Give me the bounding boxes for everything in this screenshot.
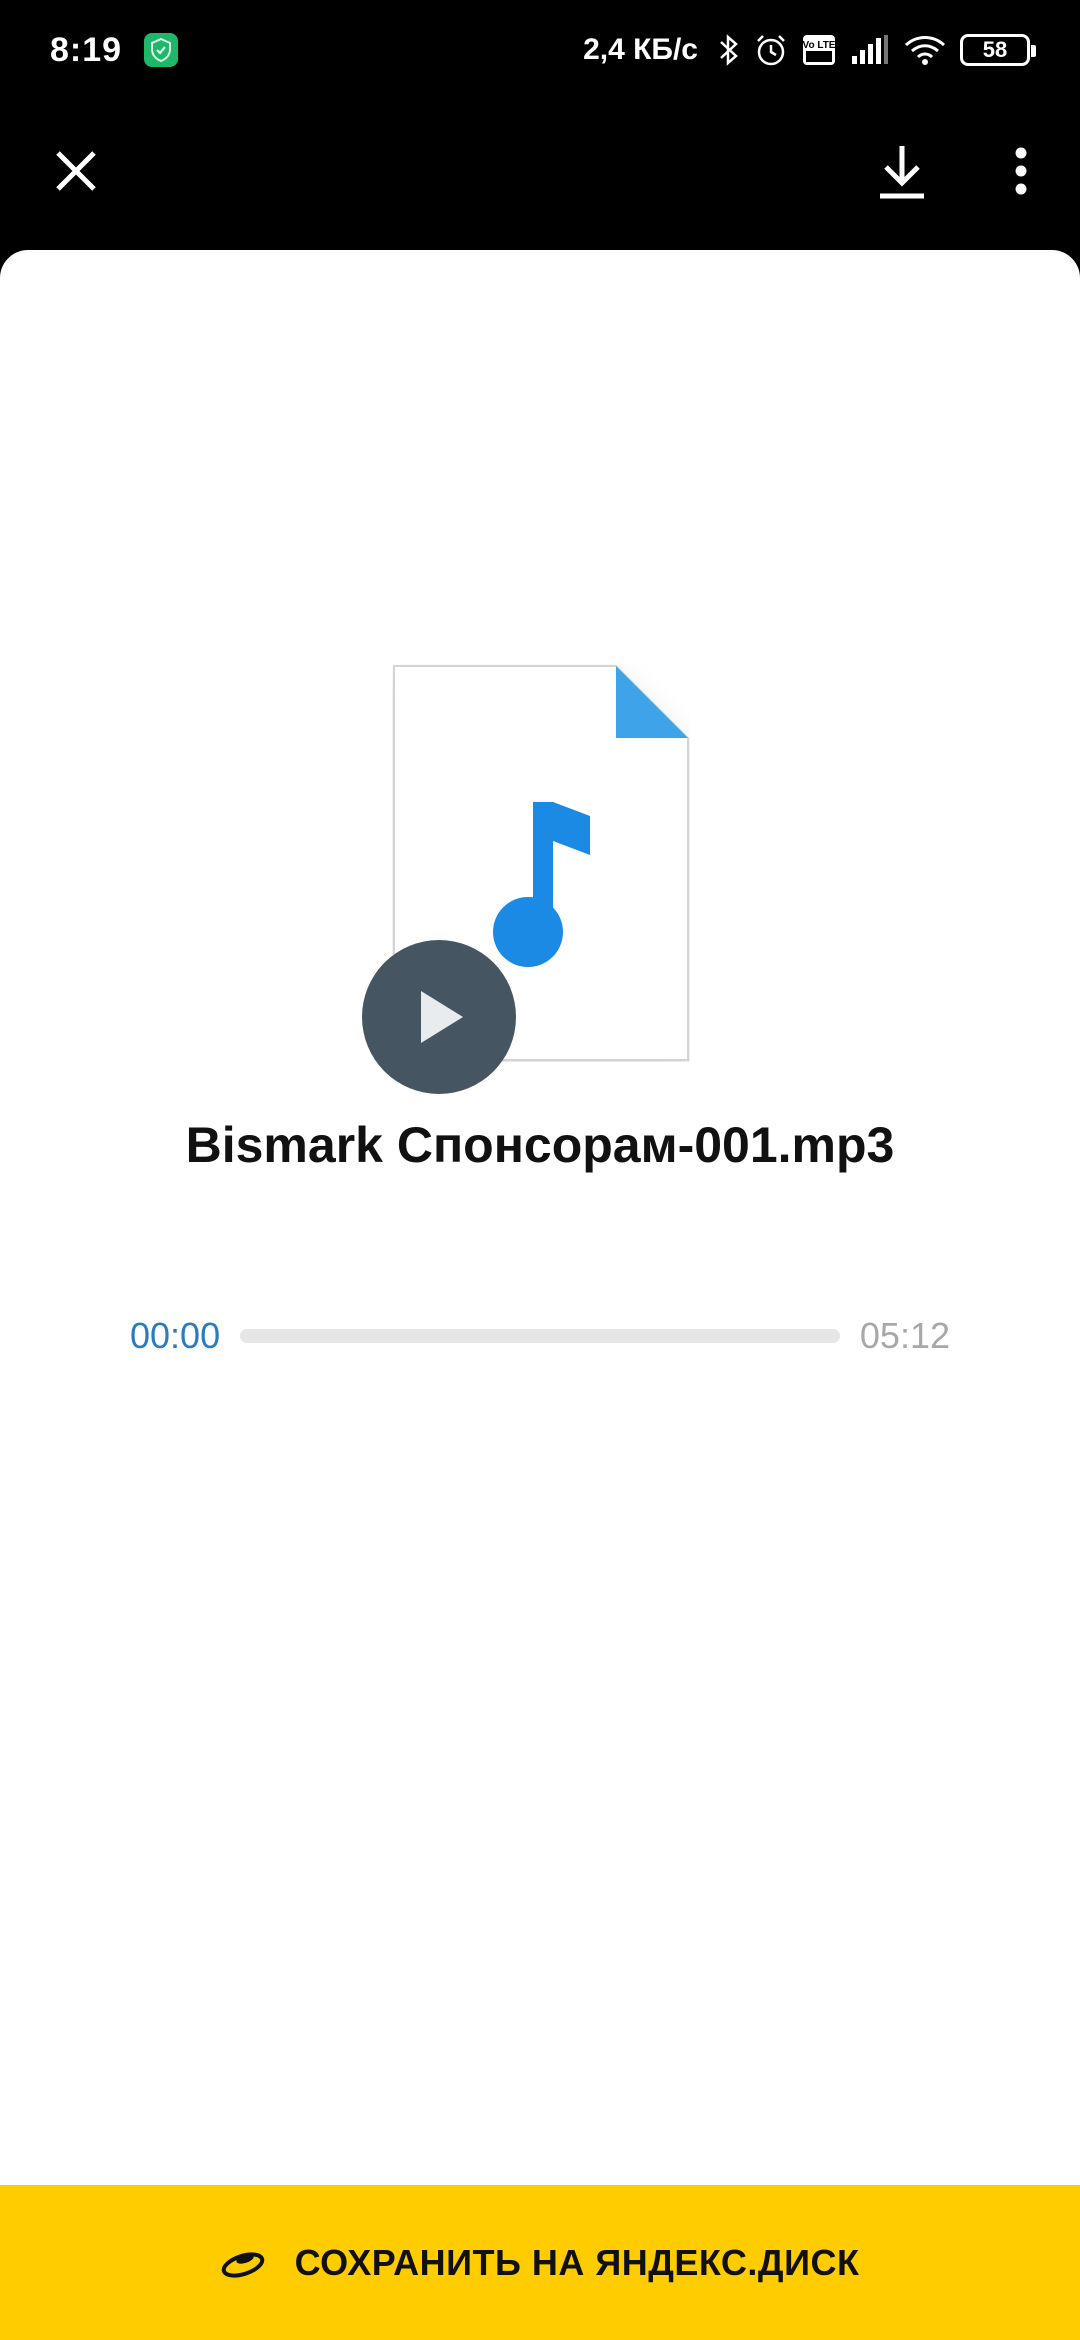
- network-speed: 2,4 КБ/с: [583, 33, 698, 66]
- status-time: 8:19: [50, 30, 123, 69]
- volte-label: Vo LTE: [803, 40, 836, 51]
- battery-level: 58: [982, 37, 1008, 62]
- volte-icon: Vo LTE: [802, 34, 836, 66]
- total-time: 05:12: [859, 1315, 950, 1356]
- file-name: Bismark Спонсорам-001.mp3: [185, 1117, 895, 1173]
- more-vertical-icon: [1015, 147, 1027, 195]
- status-left: 8:19: [50, 30, 179, 70]
- top-toolbar: [0, 100, 1080, 250]
- close-icon: [56, 151, 96, 191]
- preview-sheet: [0, 250, 1080, 2185]
- more-options-button[interactable]: [985, 135, 1057, 207]
- status-right: 2,4 КБ/с Vo LTE 58: [583, 33, 1036, 67]
- wifi-icon: [904, 34, 946, 66]
- battery-indicator: 58: [960, 34, 1036, 66]
- play-icon: [421, 991, 463, 1043]
- close-button[interactable]: [40, 135, 112, 207]
- status-bar: 8:19 2,4 КБ/с Vo LTE 58: [0, 0, 1080, 100]
- security-shield-icon: [144, 33, 179, 67]
- signal-icon: [850, 34, 890, 66]
- download-icon: [880, 146, 924, 199]
- save-button-label: СОХРАНИТЬ НА ЯНДЕКС.ДИСК: [294, 2241, 860, 2283]
- play-button[interactable]: [362, 940, 516, 1094]
- audio-player: 00:00 05:12: [130, 1312, 950, 1360]
- alarm-icon: [754, 33, 788, 67]
- bluetooth-icon: [718, 33, 740, 67]
- yandex-disk-icon: [221, 2251, 264, 2278]
- current-time: 00:00: [130, 1315, 221, 1356]
- download-button[interactable]: [866, 132, 938, 210]
- progress-slider[interactable]: [240, 1329, 840, 1343]
- save-to-disk-button[interactable]: СОХРАНИТЬ НА ЯНДЕКС.ДИСК: [0, 2185, 1080, 2340]
